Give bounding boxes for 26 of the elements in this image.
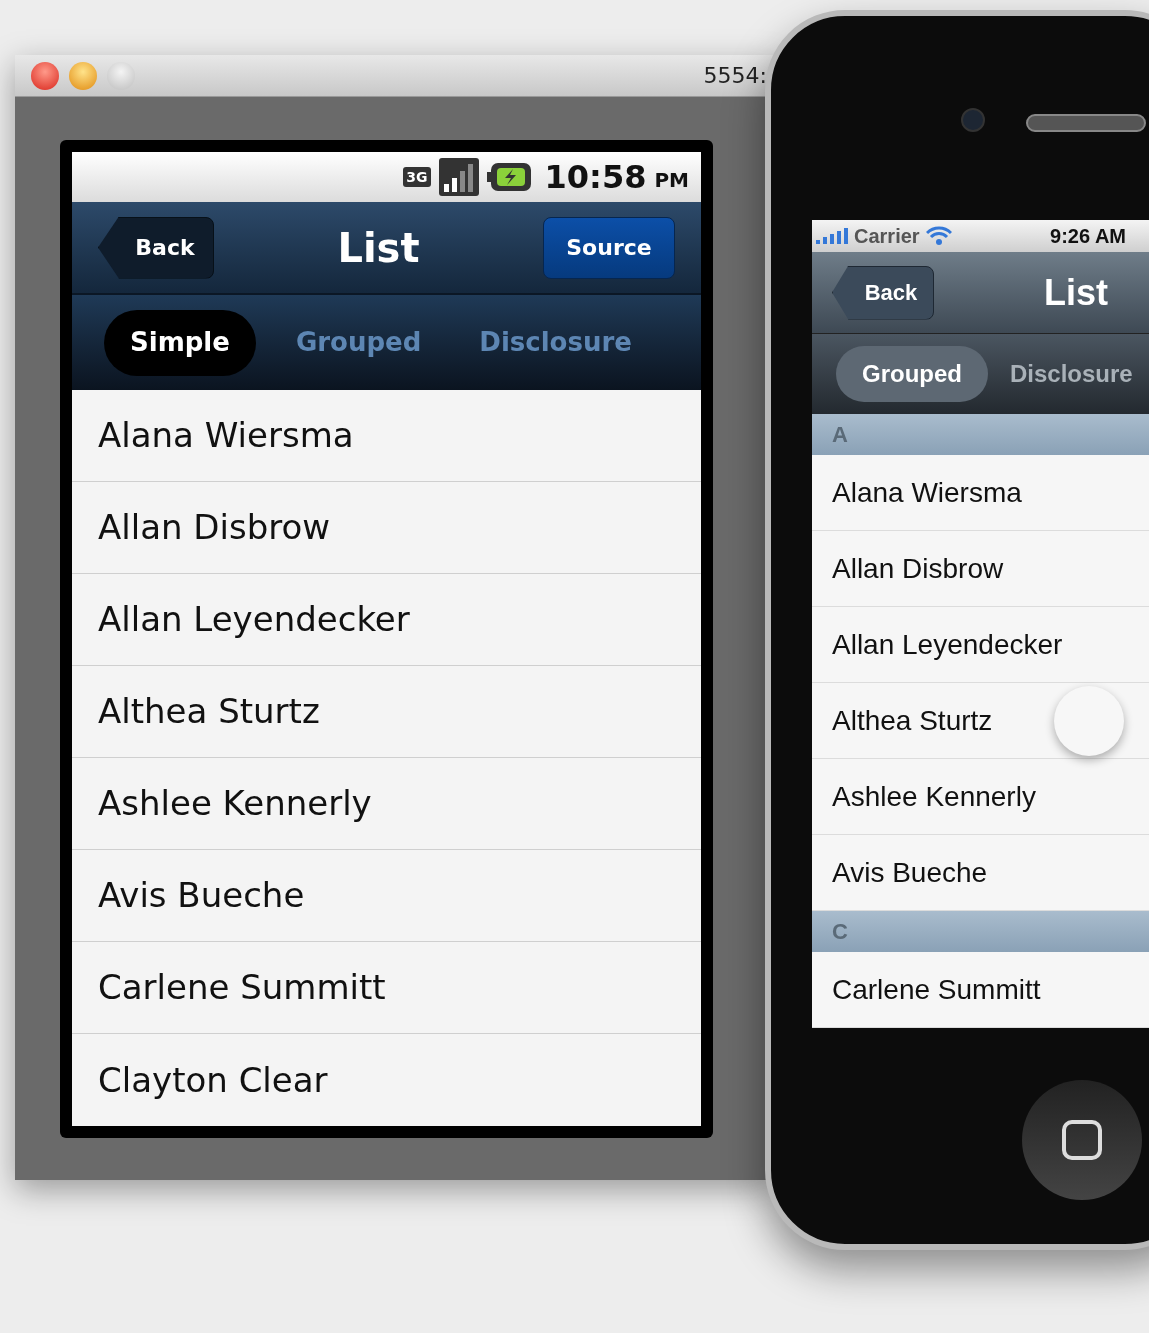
back-button[interactable]: Back	[832, 265, 934, 320]
tab[interactable]: Grouped	[277, 309, 440, 376]
wifi-icon	[925, 226, 952, 246]
camera-icon	[961, 108, 985, 132]
tab[interactable]: Disclosure	[1000, 346, 1143, 402]
section-header: A	[812, 414, 1149, 455]
navigation-title: List	[337, 223, 420, 273]
clock: 9:26 AM	[1050, 224, 1126, 249]
tab[interactable]: Grouped	[836, 346, 988, 402]
source-button[interactable]: Source	[543, 216, 675, 279]
signal-icon	[438, 158, 479, 196]
network-indicator: 3G	[403, 167, 431, 187]
close-button[interactable]	[31, 61, 59, 90]
battery-charging-icon	[486, 163, 531, 191]
minimize-button[interactable]	[69, 61, 97, 90]
tab[interactable]: Simple	[104, 309, 256, 376]
window-title: 5554:	[703, 62, 767, 90]
signal-icon	[816, 228, 848, 244]
back-button[interactable]: Back	[98, 216, 214, 279]
square-icon	[1062, 1120, 1102, 1160]
tab[interactable]: Disclosure	[461, 309, 650, 376]
clock: 10:58	[544, 157, 647, 198]
navigation-title: List	[1044, 270, 1108, 315]
section-header: C	[812, 911, 1149, 952]
carrier-name: Carrier	[854, 224, 920, 249]
clock-period: PM	[654, 167, 689, 194]
